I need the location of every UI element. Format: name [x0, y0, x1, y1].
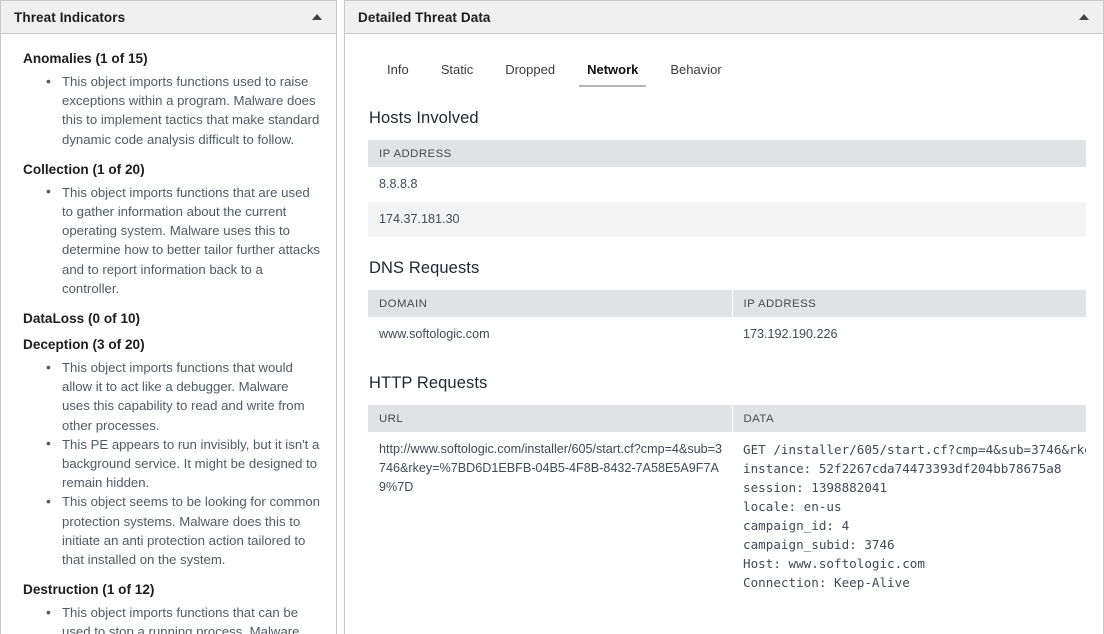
threat-indicator-list: This object imports functions that would…: [29, 358, 320, 569]
dns-requests-section: DNS Requests DOMAIN IP ADDRESS www.softolo…: [368, 259, 1086, 352]
list-item: This PE appears to run invisibly, but it…: [29, 434, 320, 493]
list-item: This object imports functions that would…: [29, 358, 320, 435]
threat-indicator-group-list: Anomalies (1 of 15) This object imports f…: [23, 51, 320, 634]
list-item: This object imports functions used to ra…: [29, 72, 320, 149]
column-header: DATA: [732, 405, 1086, 432]
table-row: 174.37.181.30: [368, 202, 1086, 237]
table-cell: 8.8.8.8: [368, 167, 1086, 202]
threat-indicator-group-heading: Anomalies (1 of 15): [23, 51, 148, 66]
hosts-involved-section: Hosts Involved IP ADDRESS 8.8.8.8 174.37.1…: [368, 109, 1086, 237]
detailed-threat-data-header: Detailed Threat Data: [345, 1, 1103, 34]
column-header: IP ADDRESS: [368, 140, 1086, 167]
threat-indicator-group: Collection (1 of 20) This object imports …: [23, 162, 320, 298]
hosts-involved-table: IP ADDRESS 8.8.8.8 174.37.181.30: [368, 140, 1086, 237]
threat-indicator-group-heading: Deception (3 of 20): [23, 337, 145, 353]
threat-indicator-list: This object imports functions used to ra…: [29, 72, 320, 149]
threat-indicator-group: Deception (3 of 20) This object imports f…: [23, 337, 320, 569]
threat-indicators-header: Threat Indicators: [1, 1, 336, 34]
network-sections: Hosts Involved IP ADDRESS 8.8.8.8 174.37.1…: [345, 87, 1103, 600]
tab-behavior[interactable]: Behavior: [654, 62, 737, 87]
table-cell: http://www.softologic.com/installer/605/…: [368, 432, 732, 600]
table-row: 8.8.8.8: [368, 167, 1086, 202]
tab-network[interactable]: Network: [571, 62, 654, 87]
table-cell: 173.192.190.226: [732, 317, 1086, 352]
table-cell: 174.37.181.30: [368, 202, 1086, 237]
http-requests-section: HTTP Requests URL DATA http://www.softolog…: [368, 374, 1086, 600]
column-header: DOMAIN: [368, 290, 733, 317]
threat-analysis-page: Threat Indicators Anomalies (1 of 15) Thi…: [0, 0, 1104, 634]
list-item: This object imports functions that are u…: [29, 182, 320, 298]
table-header-row: URL DATA: [368, 405, 1086, 432]
table-header-row: IP ADDRESS: [368, 140, 1086, 167]
http-requests-table: URL DATA http://www.softologic.com/install…: [368, 405, 1086, 600]
threat-indicator-group: DataLoss (0 of 10): [23, 311, 320, 326]
threat-indicators-body: Anomalies (1 of 15) This object imports f…: [1, 34, 336, 634]
detailed-threat-data-panel: Detailed Threat Data Info Static Dropped Ne…: [344, 0, 1104, 634]
threat-indicator-group-heading: Collection (1 of 20): [23, 161, 145, 177]
threat-indicator-group: Destruction (1 of 12) This object imports…: [23, 582, 320, 634]
detailed-threat-data-body: Info Static Dropped Network Behavior Hosts I…: [345, 34, 1103, 634]
tab-static[interactable]: Static: [425, 62, 490, 87]
threat-indicators-title: Threat Indicators: [14, 9, 126, 25]
dns-requests-table: DOMAIN IP ADDRESS www.softologic.com 173.19…: [368, 290, 1086, 352]
caret-up-icon[interactable]: [312, 14, 322, 20]
table-cell: www.softologic.com: [368, 317, 732, 352]
threat-indicator-group-heading: DataLoss (0 of 10): [23, 311, 141, 327]
dns-requests-title: DNS Requests: [369, 259, 480, 277]
list-item: This object imports functions that can b…: [29, 603, 320, 634]
table-row: www.softologic.com 173.192.190.226: [368, 317, 1086, 352]
table-row: http://www.softologic.com/installer/605/…: [368, 432, 1086, 600]
column-header: URL: [368, 405, 733, 432]
table-header-row: DOMAIN IP ADDRESS: [368, 290, 1086, 317]
column-header: IP ADDRESS: [732, 290, 1086, 317]
caret-up-icon[interactable]: [1079, 14, 1089, 20]
table-cell: GET /installer/605/start.cf?cmp=4&sub=37…: [732, 432, 1086, 600]
threat-indicator-group: Anomalies (1 of 15) This object imports f…: [23, 51, 320, 149]
detail-tabs: Info Static Dropped Network Behavior: [345, 34, 1103, 87]
threat-indicator-group-heading: Destruction (1 of 12): [23, 582, 155, 598]
http-requests-title: HTTP Requests: [369, 374, 488, 392]
threat-indicator-list: This object imports functions that can b…: [29, 603, 320, 634]
detailed-threat-data-title: Detailed Threat Data: [358, 9, 491, 25]
hosts-involved-title: Hosts Involved: [369, 109, 479, 127]
threat-indicator-list: This object imports functions that are u…: [29, 182, 320, 298]
threat-indicators-panel: Threat Indicators Anomalies (1 of 15) Thi…: [0, 0, 337, 634]
tab-dropped[interactable]: Dropped: [489, 62, 571, 87]
tab-info[interactable]: Info: [371, 62, 425, 87]
list-item: This object seems to be looking for comm…: [29, 492, 320, 569]
